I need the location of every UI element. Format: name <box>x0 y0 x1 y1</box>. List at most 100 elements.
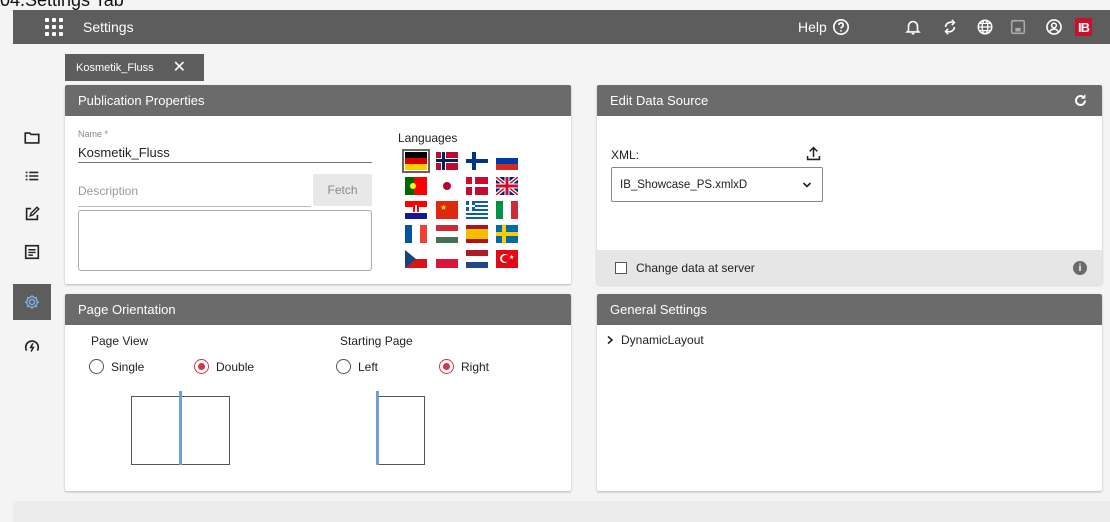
panel-header: Publication Properties <box>65 85 571 116</box>
sidebar-item-list[interactable] <box>13 158 51 194</box>
sidebar-item-document[interactable] <box>13 234 51 270</box>
sidebar-item-settings[interactable] <box>13 284 51 320</box>
name-field[interactable]: Kosmetik_Fluss <box>78 145 170 160</box>
flag-ru[interactable] <box>496 152 518 170</box>
dashboard-icon <box>24 340 40 352</box>
page-orientation-panel: Page Orientation Page View Single Double… <box>65 294 571 491</box>
bell-icon[interactable] <box>904 18 922 36</box>
panel-header: Page Orientation <box>65 294 571 325</box>
radio-left[interactable]: Left <box>336 359 378 374</box>
xml-select-value: IB_Showcase_PS.xmlxD <box>620 178 748 191</box>
document-icon <box>24 244 40 260</box>
flag-it[interactable] <box>496 201 518 219</box>
fetch-button[interactable]: Fetch <box>313 174 372 206</box>
change-data-row: Change data at server i <box>597 250 1102 285</box>
radio-single-circle[interactable] <box>89 359 104 374</box>
radio-left-label: Left <box>358 359 379 374</box>
chevron-down-icon <box>802 182 812 188</box>
brand-logo: IB <box>1075 18 1092 36</box>
radio-single[interactable]: Single <box>89 359 144 374</box>
page-caption: 04.Settings Tab <box>0 0 124 10</box>
apps-icon[interactable] <box>45 18 63 36</box>
flag-pt[interactable] <box>405 177 427 195</box>
sidebar-item-dashboard[interactable] <box>13 329 51 365</box>
flag-gb[interactable] <box>496 177 518 195</box>
languages-label: Languages <box>398 131 458 145</box>
top-bar: Settings Help IB <box>13 10 1110 44</box>
starting-page-label: Starting Page <box>340 334 413 348</box>
flag-gr[interactable] <box>466 201 488 219</box>
save-icon[interactable] <box>1009 18 1027 36</box>
flag-es[interactable] <box>466 225 488 243</box>
edit-icon <box>25 206 40 221</box>
refresh-icon[interactable] <box>1073 93 1088 108</box>
radio-double-label: Double <box>216 359 255 374</box>
document-tab[interactable]: Kosmetik_Fluss ✕ <box>65 54 204 81</box>
change-data-label: Change data at server <box>636 260 755 275</box>
flag-fi[interactable] <box>466 152 488 170</box>
publication-properties-panel: Publication Properties Name * Kosmetik_F… <box>65 85 571 284</box>
radio-double[interactable]: Double <box>194 359 254 374</box>
double-page-spine <box>179 391 182 465</box>
radio-right-circle[interactable] <box>439 359 454 374</box>
flag-nl[interactable] <box>466 250 488 268</box>
panel-title: Edit Data Source <box>610 93 709 108</box>
page-view-label: Page View <box>91 334 149 348</box>
tree-item-dynamiclayout[interactable]: DynamicLayout <box>606 333 704 347</box>
radio-right-label: Right <box>461 359 490 374</box>
description-field[interactable]: Description <box>78 184 138 198</box>
flag-hu[interactable] <box>436 225 458 243</box>
upload-icon[interactable] <box>805 145 822 162</box>
change-data-checkbox[interactable] <box>615 261 627 274</box>
radio-double-circle[interactable] <box>194 359 209 374</box>
flag-cz[interactable] <box>405 250 427 268</box>
tree-item-label: DynamicLayout <box>621 333 704 347</box>
flag-tr[interactable]: ★ <box>496 250 518 268</box>
xml-label: XML: <box>611 148 640 162</box>
general-settings-panel: General Settings DynamicLayout <box>597 294 1102 491</box>
sidebar-item-folder[interactable] <box>13 120 51 156</box>
panel-title: General Settings <box>610 302 707 317</box>
flag-jp[interactable] <box>436 177 458 195</box>
flag-hr[interactable] <box>405 201 427 219</box>
description-textarea[interactable] <box>78 210 372 271</box>
sidebar <box>13 44 51 514</box>
app-title: Settings <box>83 19 134 35</box>
edit-data-source-panel: Edit Data Source XML: IB_Showcase_PS.xml… <box>597 85 1102 285</box>
panel-header: Edit Data Source <box>597 85 1102 116</box>
panel-title: Publication Properties <box>78 93 205 108</box>
panel-header: General Settings <box>597 294 1102 325</box>
description-field-underline <box>78 206 311 207</box>
flag-se[interactable] <box>496 225 518 243</box>
info-icon[interactable]: i <box>1073 261 1087 275</box>
flag-pl[interactable] <box>436 250 458 268</box>
right-page-spine <box>376 391 379 465</box>
name-field-label: Name * <box>78 129 109 139</box>
flag-cn[interactable]: ★ <box>436 201 458 219</box>
radio-left-circle[interactable] <box>336 359 351 374</box>
name-field-underline <box>78 162 372 163</box>
radio-right[interactable]: Right <box>439 359 489 374</box>
help-circle-icon <box>832 18 849 36</box>
account-icon[interactable] <box>1045 18 1063 36</box>
sync-icon[interactable] <box>941 18 959 36</box>
document-tab-label: Kosmetik_Fluss <box>76 61 154 74</box>
panel-title: Page Orientation <box>78 302 176 317</box>
list-icon <box>25 171 39 181</box>
flag-dk[interactable] <box>466 177 488 195</box>
help-label: Help <box>798 19 827 35</box>
radio-single-label: Single <box>111 359 145 374</box>
flag-no[interactable] <box>436 152 458 170</box>
chevron-right-icon[interactable] <box>606 335 614 345</box>
flag-fr[interactable] <box>405 225 427 243</box>
sidebar-item-edit[interactable] <box>13 196 51 232</box>
xml-select[interactable]: IB_Showcase_PS.xmlxD <box>611 167 823 202</box>
right-page-preview <box>377 396 425 465</box>
footer-bar <box>13 501 1110 522</box>
help-button[interactable]: Help <box>798 18 850 36</box>
close-tab-icon[interactable]: ✕ <box>173 59 186 76</box>
folder-icon <box>24 132 40 144</box>
globe-icon[interactable] <box>976 18 994 36</box>
flag-de[interactable] <box>402 149 430 173</box>
settings-icon <box>25 295 39 309</box>
